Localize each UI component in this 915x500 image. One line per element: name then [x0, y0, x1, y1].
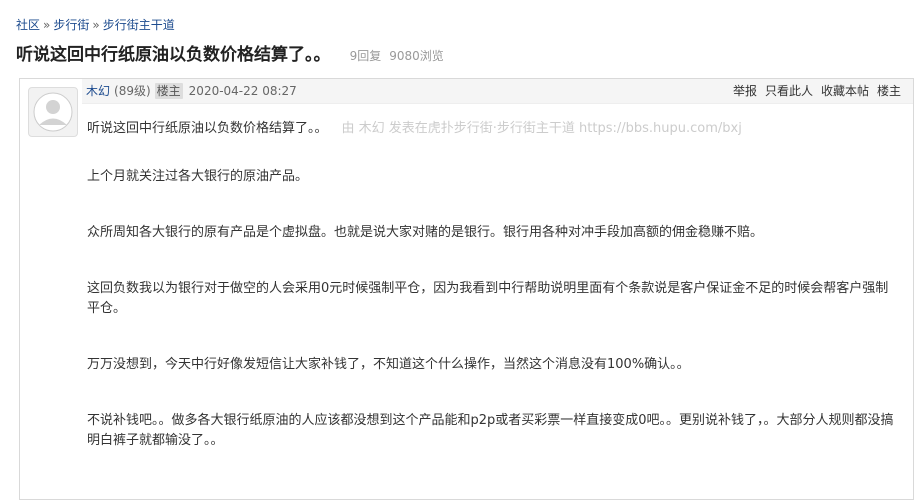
post-paragraph: 听说这回中行纸原油以负数价格结算了。。由 木幻 发表在虎扑步行街·步行街主干道 … — [87, 119, 897, 139]
author-level: (89级) — [114, 84, 151, 98]
floor-op-link[interactable]: 楼主 — [877, 84, 901, 98]
post-paragraph: 众所周知各大银行的原有产品是个虚拟盘。也就是说大家对赌的是银行。银行用各种对冲手… — [87, 225, 764, 240]
view-count: 9080浏览 — [389, 49, 444, 63]
report-link[interactable]: 举报 — [733, 84, 757, 98]
post-actions: 举报 只看此人 收藏本帖 楼主 — [725, 79, 901, 103]
source-note: 由 木幻 发表在虎扑步行街·步行街主干道 https://bbs.hupu.co… — [341, 121, 742, 136]
post-paragraph-text: 听说这回中行纸原油以负数价格结算了。。 — [87, 121, 328, 136]
thread-title: 听说这回中行纸原油以负数价格结算了。。 — [16, 45, 331, 65]
post-paragraph: 这回负数我以为银行对于做空的人会采用0元时候强制平仓，因为我看到中行帮助说明里面… — [87, 281, 889, 316]
breadcrumb-community-link[interactable]: 社区 — [16, 18, 40, 32]
thread-stats: 9回复 9080浏览 — [350, 49, 444, 63]
post-paragraph: 万万没想到，今天中行好像发短信让大家补钱了，不知道这个什么操作，当然这个消息没有… — [87, 357, 690, 372]
author-link[interactable]: 木幻 — [86, 84, 110, 98]
post-paragraph: 上个月就关注过各大银行的原油产品。 — [87, 169, 309, 184]
post-body: 听说这回中行纸原油以负数价格结算了。。由 木幻 发表在虎扑步行街·步行街主干道 … — [87, 119, 897, 451]
post-paragraph: 不说补钱吧。。做多各大银行纸原油的人应该都没想到这个产品能和p2p或者买彩票一样… — [87, 413, 894, 448]
reply-count: 9回复 — [349, 49, 382, 63]
default-avatar-icon — [33, 92, 73, 132]
op-badge: 楼主 — [154, 83, 183, 99]
post-author-info: 木幻 (89级) 楼主 2020-04-22 08:27 — [86, 79, 297, 103]
first-post: 木幻 (89级) 楼主 2020-04-22 08:27 举报 只看此人 收藏本帖 楼主 听… — [19, 78, 914, 500]
breadcrumb-separator: » — [43, 18, 51, 32]
thread-header: 听说这回中行纸原油以负数价格结算了。。 9回复 9080浏览 — [16, 40, 444, 65]
breadcrumb-bxj-link[interactable]: 步行街 — [53, 18, 89, 32]
only-this-user-link[interactable]: 只看此人 — [765, 84, 813, 98]
breadcrumb-main-board-link[interactable]: 步行街主干道 — [103, 18, 175, 32]
breadcrumb-separator: » — [92, 18, 100, 32]
post-header-bar: 木幻 (89级) 楼主 2020-04-22 08:27 举报 只看此人 收藏本帖 楼主 — [82, 79, 913, 104]
breadcrumb: 社区» 步行街» 步行街主干道 — [16, 16, 175, 33]
avatar[interactable] — [28, 87, 78, 137]
favorite-post-link[interactable]: 收藏本帖 — [821, 84, 869, 98]
post-date: 2020-04-22 08:27 — [188, 84, 297, 98]
